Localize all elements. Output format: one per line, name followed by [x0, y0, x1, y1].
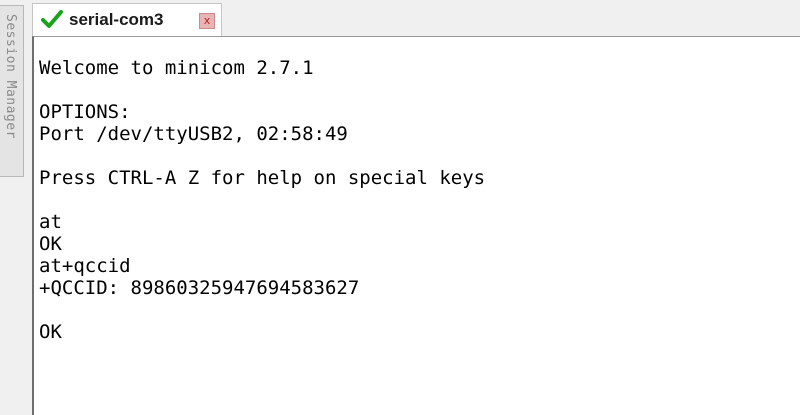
- terminal-line: OPTIONS:: [39, 101, 131, 123]
- tab-strip: serial-com3 x: [32, 0, 800, 36]
- terminal-line: at: [39, 211, 62, 233]
- terminal-line: Press CTRL-A Z for help on special keys: [39, 167, 486, 189]
- terminal-line: OK: [39, 321, 62, 343]
- tab-title: serial-com3: [69, 10, 164, 29]
- tab-close-button[interactable]: x: [199, 13, 215, 29]
- tab-serial-com3[interactable]: serial-com3 x: [32, 3, 222, 36]
- terminal-line: OK: [39, 233, 62, 255]
- session-manager-label: Session Manager: [3, 14, 18, 139]
- terminal-app-window: Session Manager serial-com3 x Welcome to…: [0, 0, 800, 415]
- terminal-line: at+qccid: [39, 255, 131, 277]
- terminal-output[interactable]: Welcome to minicom 2.7.1 OPTIONS: Port /de…: [32, 36, 800, 415]
- terminal-line: Port /dev/ttyUSB2, 02:58:49: [39, 123, 348, 145]
- terminal-text: Welcome to minicom 2.7.1 OPTIONS: Port /de…: [39, 57, 485, 343]
- check-icon: [41, 10, 63, 28]
- terminal-line: +QCCID: 89860325947694583627: [39, 277, 360, 299]
- session-manager-tab[interactable]: Session Manager: [0, 5, 24, 177]
- terminal-line: Welcome to minicom 2.7.1: [39, 57, 314, 79]
